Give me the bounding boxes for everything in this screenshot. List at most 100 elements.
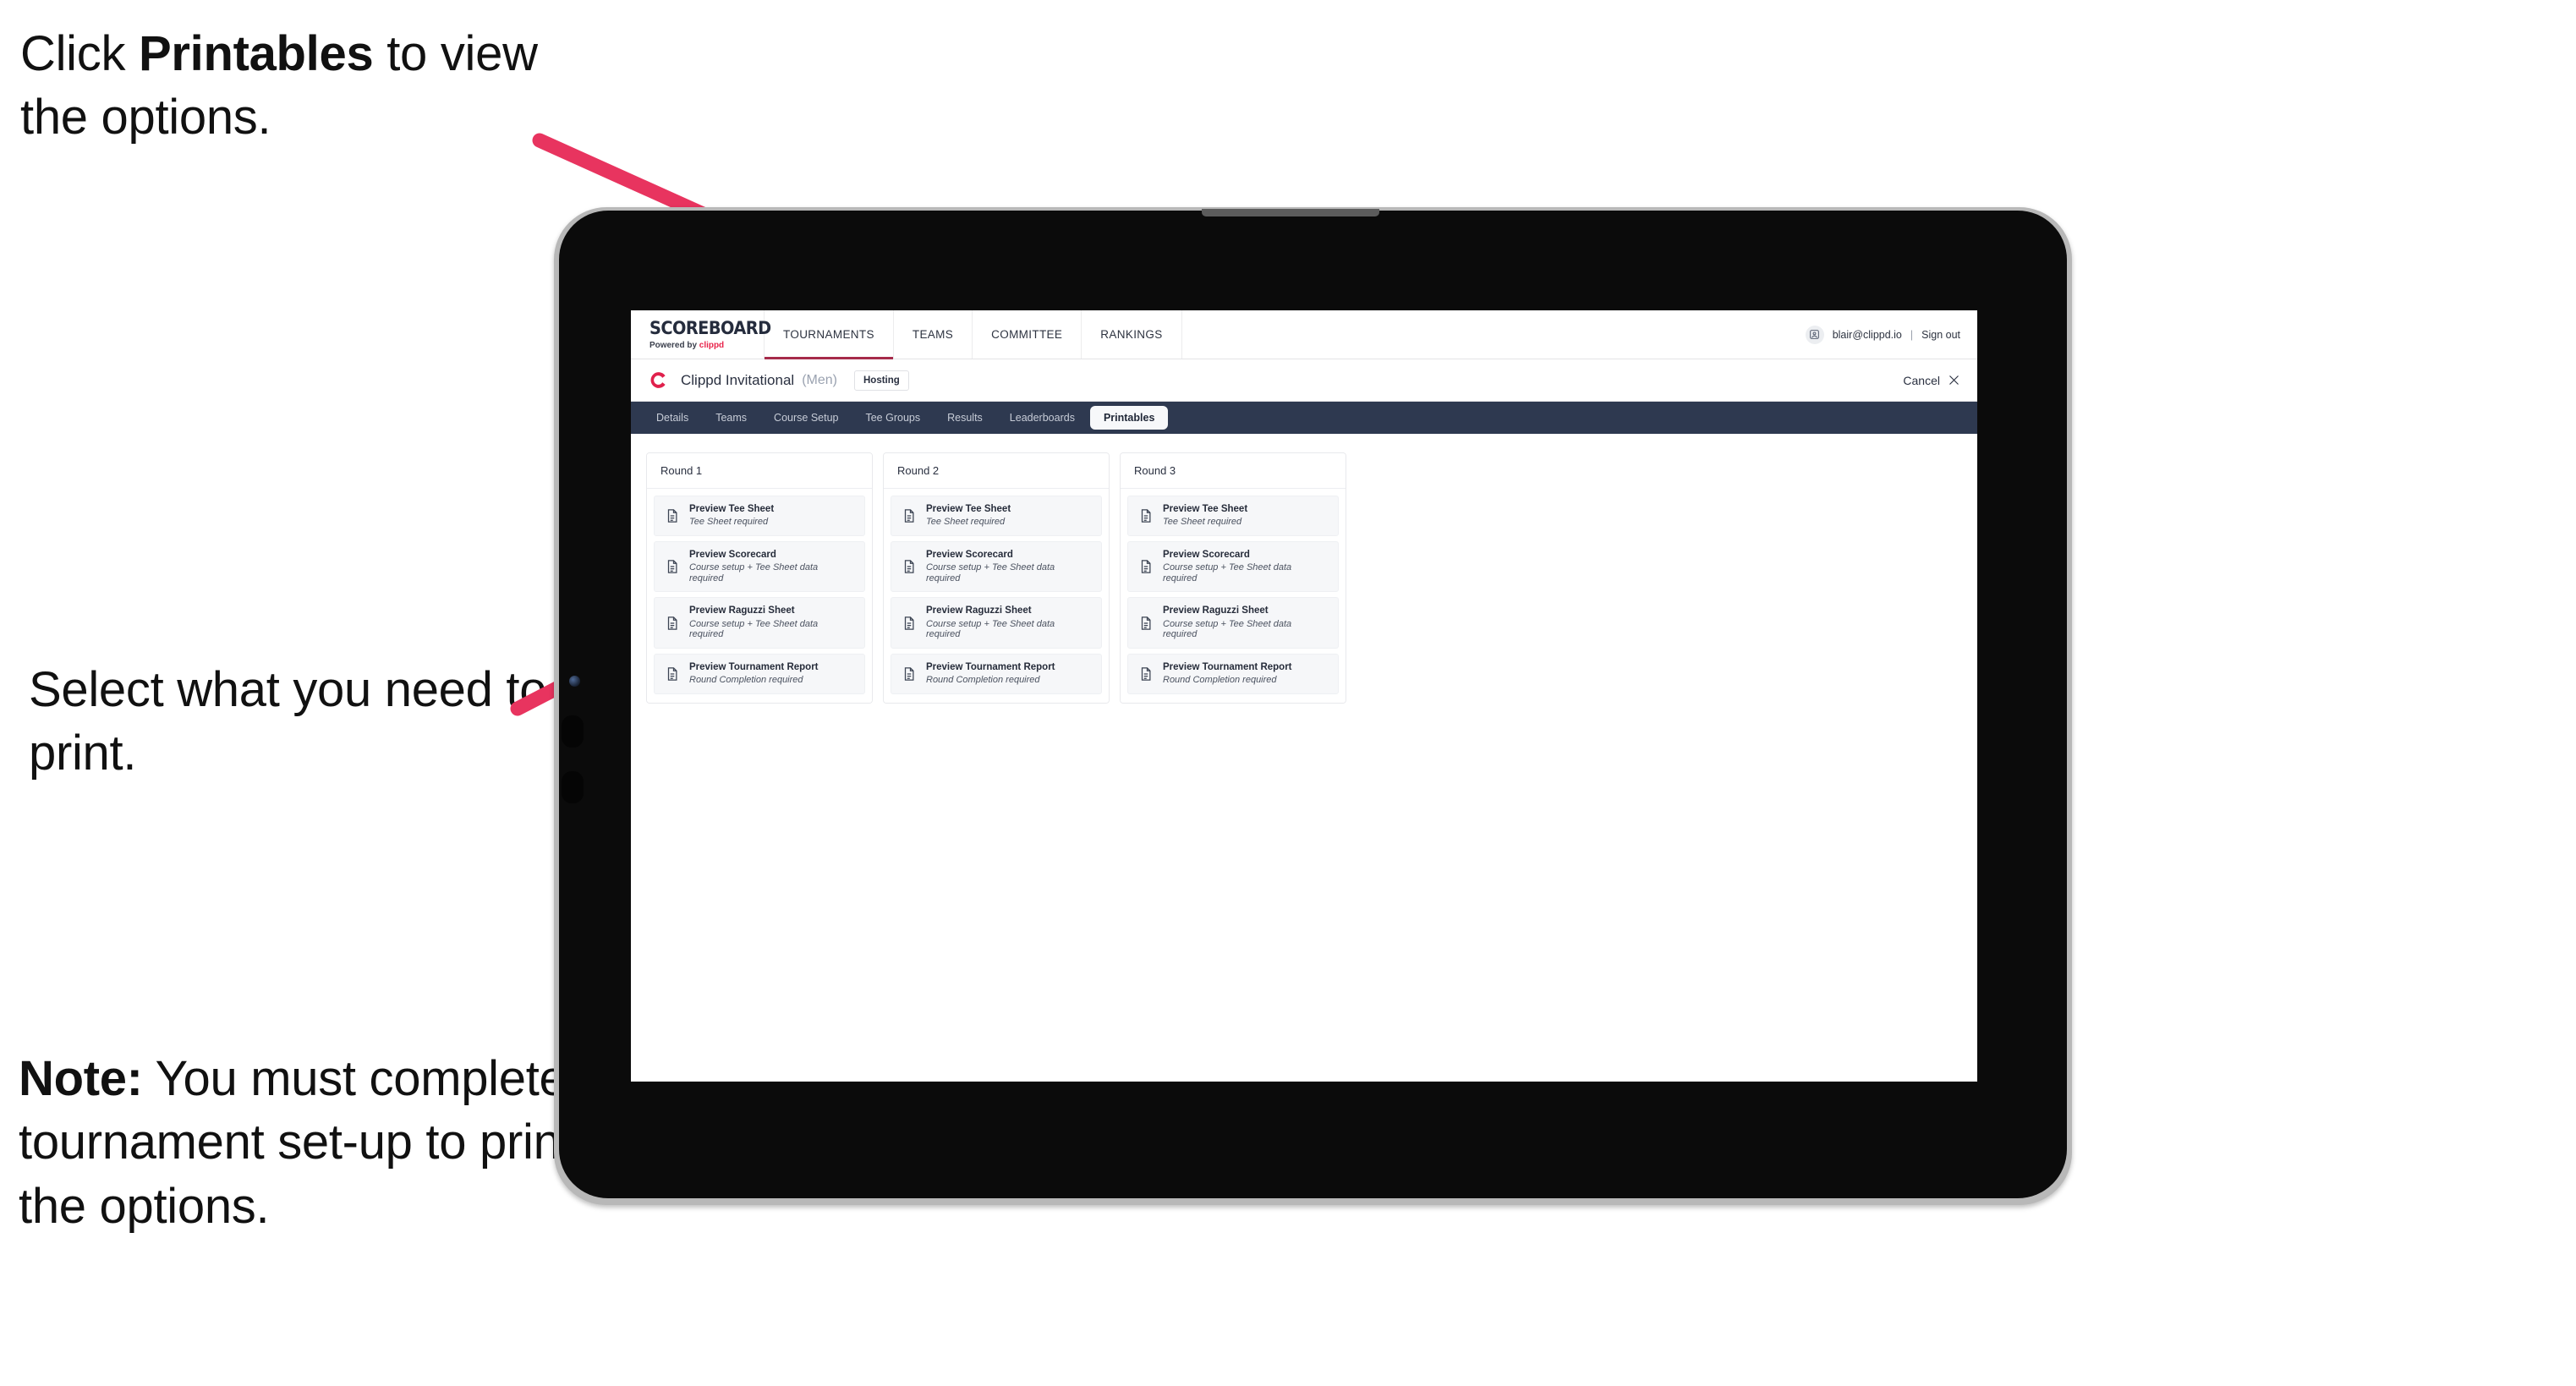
- printable-item-requirement: Course setup + Tee Sheet data required: [926, 618, 1055, 640]
- printable-item-title: Preview Tournament Report: [689, 661, 819, 672]
- printable-item-tournament-report[interactable]: Preview Tournament Report Round Completi…: [1127, 653, 1339, 694]
- printable-item-requirement: Course setup + Tee Sheet data required: [689, 562, 819, 583]
- printable-item-requirement: Course setup + Tee Sheet data required: [689, 618, 819, 640]
- document-icon: [667, 509, 677, 523]
- nav-label-tournaments: TOURNAMENTS: [783, 328, 874, 341]
- document-icon: [667, 616, 677, 630]
- document-icon: [667, 667, 677, 681]
- printable-item-requirement: Round Completion required: [926, 675, 1040, 686]
- printable-item-title: Preview Scorecard: [689, 549, 776, 560]
- printables-panel: Round 1 Preview Tee Sheet Tee Sheet requ…: [631, 434, 1977, 722]
- document-icon: [904, 560, 914, 573]
- round-title: Round 2: [884, 453, 1109, 489]
- printable-item-title: Preview Tournament Report: [1163, 661, 1292, 672]
- cancel-button[interactable]: Cancel: [1903, 374, 1960, 387]
- tab-course-setup[interactable]: Course Setup: [762, 406, 850, 430]
- round-item-list: Preview Tee Sheet Tee Sheet required Pre…: [1121, 489, 1346, 703]
- tab-label-leaderboards: Leaderboards: [1009, 412, 1075, 424]
- printable-item-scorecard[interactable]: Preview Scorecard Course setup + Tee She…: [891, 540, 1102, 593]
- user-account-area: blair@clippd.io | Sign out: [1805, 310, 1977, 359]
- printable-item-requirement: Course setup + Tee Sheet data required: [1163, 618, 1292, 640]
- tournament-name: Clippd Invitational: [681, 371, 795, 388]
- tab-label-results: Results: [947, 412, 983, 424]
- printable-item-title: Preview Tee Sheet: [689, 504, 775, 514]
- document-icon: [904, 667, 914, 681]
- printable-item-requirement: Tee Sheet required: [1163, 517, 1242, 528]
- cancel-label: Cancel: [1903, 373, 1940, 387]
- round-item-list: Preview Tee Sheet Tee Sheet required Pre…: [884, 489, 1109, 703]
- tab-label-details: Details: [656, 412, 689, 424]
- annotation-top-bold: Printables: [138, 26, 374, 81]
- tab-label-tee-groups: Tee Groups: [865, 412, 921, 424]
- tab-label-printables: Printables: [1103, 412, 1155, 424]
- nav-item-tournaments[interactable]: TOURNAMENTS: [765, 310, 894, 359]
- annotation-top-pre: Click: [20, 26, 139, 81]
- printable-item-tournament-report[interactable]: Preview Tournament Report Round Completi…: [891, 653, 1102, 694]
- printable-item-title: Preview Raguzzi Sheet: [689, 605, 795, 616]
- printable-item-tournament-report[interactable]: Preview Tournament Report Round Completi…: [654, 653, 865, 694]
- tablet-device-frame: SCOREBOARD Powered by clippd TOURNAMENTS…: [554, 207, 2072, 1205]
- printable-item-title: Preview Tee Sheet: [1163, 504, 1248, 514]
- round-title: Round 3: [1121, 453, 1346, 489]
- tab-teams[interactable]: Teams: [704, 406, 759, 430]
- tournament-tab-strip: Details Teams Course Setup Tee Groups Re…: [631, 402, 1977, 434]
- annotation-select-what-to-print: Select what you need to print.: [29, 662, 547, 781]
- printable-item-tee-sheet[interactable]: Preview Tee Sheet Tee Sheet required: [1127, 496, 1339, 536]
- tab-label-course-setup: Course Setup: [774, 412, 839, 424]
- tournament-header-row: Clippd Invitational (Men) Hosting Cancel: [631, 359, 1977, 402]
- tab-printables[interactable]: Printables: [1089, 406, 1169, 430]
- printable-item-raguzzi-sheet[interactable]: Preview Raguzzi Sheet Course setup + Tee…: [891, 597, 1102, 649]
- annotation-click-printables: Click Printables to view the options.: [20, 22, 595, 150]
- hosting-status-badge[interactable]: Hosting: [853, 370, 909, 391]
- printable-item-title: Preview Tournament Report: [926, 661, 1055, 672]
- document-icon: [1141, 560, 1151, 573]
- printable-item-title: Preview Raguzzi Sheet: [1163, 605, 1269, 616]
- round-column-1: Round 1 Preview Tee Sheet Tee Sheet requ…: [646, 452, 873, 704]
- nav-label-teams: TEAMS: [912, 328, 954, 341]
- document-icon: [1141, 667, 1151, 681]
- printable-item-tee-sheet[interactable]: Preview Tee Sheet Tee Sheet required: [654, 496, 865, 536]
- printable-item-requirement: Tee Sheet required: [689, 517, 769, 528]
- round-column-3: Round 3 Preview Tee Sheet Tee Sheet requ…: [1120, 452, 1346, 704]
- tab-leaderboards[interactable]: Leaderboards: [998, 406, 1087, 430]
- close-x-icon: [1949, 375, 1959, 385]
- brand-wordmark: SCOREBOARD: [649, 317, 771, 338]
- main-navigation: TOURNAMENTS TEAMS COMMITTEE RANKINGS: [765, 310, 1182, 359]
- round-column-2: Round 2 Preview Tee Sheet Tee Sheet requ…: [883, 452, 1110, 704]
- printable-item-title: Preview Scorecard: [1163, 549, 1250, 560]
- printable-item-title: Preview Scorecard: [926, 549, 1013, 560]
- brand-powered-prefix: Powered by: [649, 339, 699, 350]
- tablet-volume-down-button[interactable]: [562, 771, 584, 803]
- user-separator: |: [1910, 328, 1914, 341]
- tablet-front-camera-icon: [569, 676, 580, 687]
- document-icon: [904, 509, 914, 523]
- sign-out-link[interactable]: Sign out: [1921, 329, 1960, 341]
- tablet-top-notch: [1202, 209, 1379, 216]
- brand-clippd-name: clippd: [699, 339, 725, 350]
- printable-item-scorecard[interactable]: Preview Scorecard Course setup + Tee She…: [654, 540, 865, 593]
- global-top-bar: SCOREBOARD Powered by clippd TOURNAMENTS…: [631, 310, 1977, 359]
- brand-powered-by: Powered by clippd: [649, 341, 758, 350]
- tab-details[interactable]: Details: [644, 406, 700, 430]
- nav-item-rankings[interactable]: RANKINGS: [1082, 310, 1182, 359]
- round-item-list: Preview Tee Sheet Tee Sheet required Pre…: [647, 489, 872, 703]
- tab-tee-groups[interactable]: Tee Groups: [853, 406, 932, 430]
- round-title: Round 1: [647, 453, 872, 489]
- app-screen: SCOREBOARD Powered by clippd TOURNAMENTS…: [631, 310, 1977, 1082]
- printable-item-scorecard[interactable]: Preview Scorecard Course setup + Tee She…: [1127, 540, 1339, 593]
- document-icon: [904, 616, 914, 630]
- printable-item-raguzzi-sheet[interactable]: Preview Raguzzi Sheet Course setup + Tee…: [1127, 597, 1339, 649]
- nav-label-committee: COMMITTEE: [991, 328, 1063, 341]
- document-icon: [667, 560, 677, 573]
- printable-item-raguzzi-sheet[interactable]: Preview Raguzzi Sheet Course setup + Tee…: [654, 597, 865, 649]
- user-avatar-icon[interactable]: [1805, 325, 1824, 344]
- nav-item-teams[interactable]: TEAMS: [894, 310, 973, 359]
- tablet-volume-up-button[interactable]: [562, 715, 584, 748]
- tab-results[interactable]: Results: [935, 406, 995, 430]
- scoreboard-brand-logo[interactable]: SCOREBOARD Powered by clippd: [631, 310, 771, 359]
- printable-item-requirement: Round Completion required: [689, 675, 803, 686]
- printable-item-tee-sheet[interactable]: Preview Tee Sheet Tee Sheet required: [891, 496, 1102, 536]
- clippd-c-logo-icon: [650, 372, 666, 388]
- nav-item-committee[interactable]: COMMITTEE: [973, 310, 1082, 359]
- document-icon: [1141, 509, 1151, 523]
